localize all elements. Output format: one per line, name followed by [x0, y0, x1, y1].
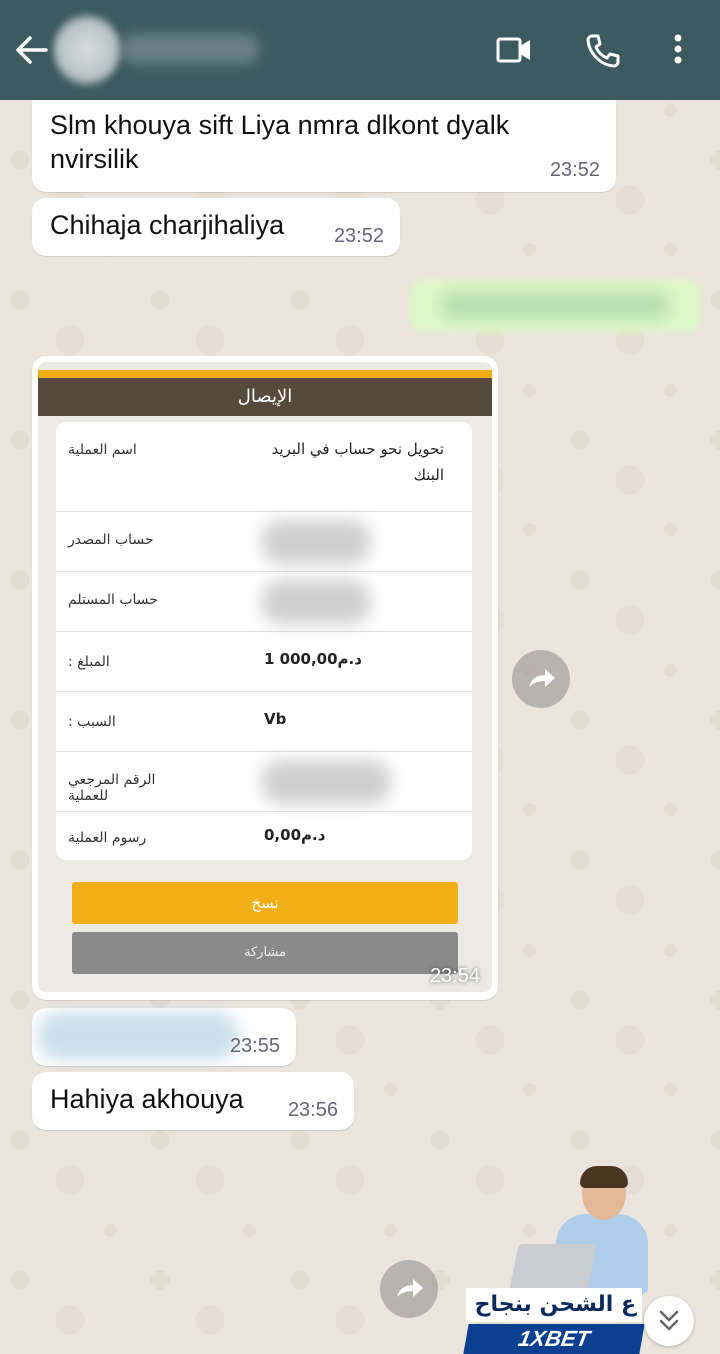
row-label: الرقم المرجعي للعملية [68, 772, 156, 804]
laptop-icon [509, 1244, 597, 1290]
outgoing-message-blurred[interactable] [410, 280, 700, 332]
receipt-title: الإيصال [38, 378, 492, 416]
receipt-row: الرقم المرجعي للعملية [56, 752, 472, 812]
redacted-value [261, 520, 371, 564]
message-time: 23:54 [429, 965, 480, 987]
receipt-row: المبلغ : 1 000,00د.م [56, 632, 472, 692]
voice-call-icon[interactable] [580, 28, 624, 72]
receipt-row: السبب : Vb [56, 692, 472, 752]
double-chevron-down-icon [659, 1310, 679, 1331]
more-options-icon[interactable] [656, 28, 700, 72]
message-bubble[interactable]: Slm khouya sift Liya nmra dlkont dyalk n… [32, 100, 616, 192]
message-bubble[interactable]: 23:55 [32, 1008, 296, 1066]
row-value: تحويل نحو حساب في البريد البنك [271, 440, 444, 484]
video-call-icon[interactable] [492, 28, 536, 72]
redacted-value [261, 580, 371, 624]
row-label: اسم العملية [68, 442, 137, 458]
fee-value: 0,00د.م [264, 826, 326, 844]
row-label: السبب : [68, 714, 116, 730]
blurred-text [38, 1012, 238, 1060]
message-bubble[interactable]: Hahiya akhouya 23:56 [32, 1072, 354, 1130]
image-message[interactable]: الإيصال اسم العملية تحويل نحو حساب في ال… [32, 356, 498, 1000]
forward-icon[interactable] [380, 1260, 438, 1318]
reason-value: Vb [264, 710, 287, 728]
receipt-row: حساب المستلم [56, 572, 472, 632]
message-time: 23:52 [549, 159, 600, 181]
row-label: حساب المصدر [68, 532, 154, 548]
copy-button: نسخ [72, 882, 458, 924]
amount-value: 1 000,00د.م [264, 650, 362, 668]
receipt-row: رسوم العملية 0,00د.م [56, 812, 472, 860]
back-arrow-icon[interactable] [12, 30, 52, 70]
message-bubble[interactable]: Chihaja charjihaliya 23:52 [32, 198, 400, 256]
row-label: حساب المستلم [68, 592, 158, 608]
message-time: 23:56 [287, 1099, 338, 1121]
row-label: رسوم العملية [68, 830, 147, 846]
ad-arabic-text: ع الشحن بنجاح – [466, 1288, 642, 1351]
receipt-screenshot: الإيصال اسم العملية تحويل نحو حساب في ال… [38, 362, 492, 992]
message-text: Chihaja charjihaliya [50, 210, 285, 240]
contact-avatar[interactable] [52, 12, 122, 88]
receipt-accent-stripe [38, 370, 492, 378]
row-label: المبلغ : [68, 654, 110, 670]
redacted-value [261, 760, 391, 804]
scroll-down-button[interactable] [644, 1296, 694, 1346]
ad-person-hair [580, 1166, 628, 1188]
share-button: مشاركة [72, 932, 458, 974]
forward-icon[interactable] [512, 650, 570, 708]
contact-name[interactable] [120, 34, 260, 64]
receipt-card: اسم العملية تحويل نحو حساب في البريد الب… [56, 422, 472, 860]
message-text: Slm khouya sift Liya nmra dlkont dyalk n… [50, 110, 510, 174]
receipt-row: اسم العملية تحويل نحو حساب في البريد الب… [56, 422, 472, 512]
message-time: 23:55 [229, 1035, 280, 1057]
message-time: 23:52 [333, 225, 384, 247]
ad-banner[interactable]: ع الشحن بنجاح – 1XBET [460, 1166, 670, 1354]
ad-brand-logo: 1XBET [463, 1324, 645, 1354]
receipt-row: حساب المصدر [56, 512, 472, 572]
chat-header [0, 0, 720, 100]
